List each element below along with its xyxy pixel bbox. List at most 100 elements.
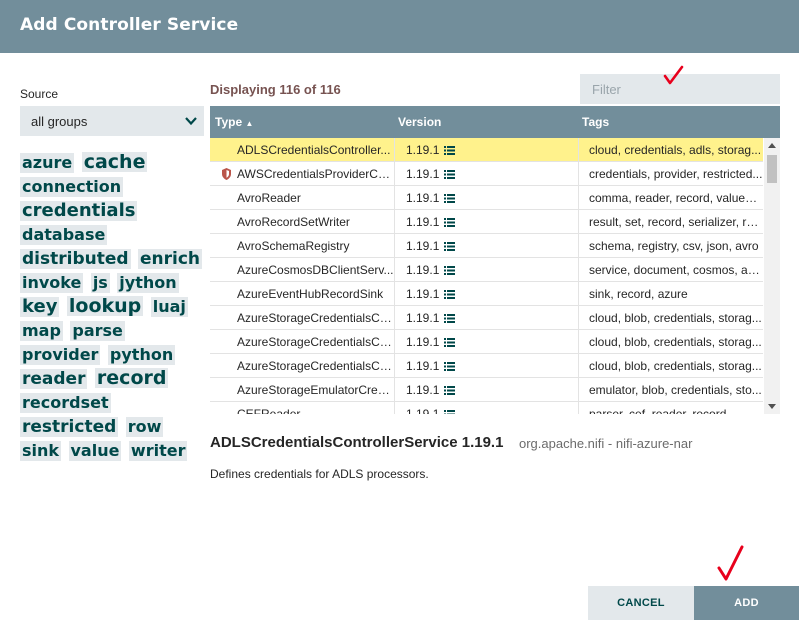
cell-tags: cloud, blob, credentials, storag...	[578, 306, 763, 330]
cell-type: ADLSCredentialsController...	[237, 143, 391, 157]
tag-key[interactable]: key	[20, 297, 60, 317]
list-icon[interactable]	[444, 338, 456, 348]
cell-tags: result, set, record, serializer, re...	[578, 210, 763, 234]
cell-version: 1.19.1	[394, 162, 578, 186]
cell-tags: credentials, provider, restricted...	[578, 162, 763, 186]
table-row[interactable]: AzureCosmosDBClientServ... 1.19.1 service,…	[210, 258, 763, 282]
table-row[interactable]: AzureStorageCredentialsCo... 1.19.1 cloud,…	[210, 330, 763, 354]
list-icon[interactable]	[444, 242, 456, 252]
table-row[interactable]: ADLSCredentialsController... 1.19.1 cloud,…	[210, 138, 763, 162]
cell-type: AzureStorageEmulatorCred...	[237, 383, 394, 397]
list-icon[interactable]	[444, 146, 456, 156]
cell-version: 1.19.1	[394, 210, 578, 234]
table-row[interactable]: AzureStorageEmulatorCred... 1.19.1 emulato…	[210, 378, 763, 402]
version-label: 1.19.1	[406, 359, 440, 373]
column-header-version[interactable]: Version	[398, 115, 441, 129]
table-header: Type ▲ Version Tags	[210, 106, 780, 138]
tag-value[interactable]: value	[68, 441, 122, 461]
tag-cache[interactable]: cache	[81, 152, 148, 172]
cell-tags: service, document, cosmos, az...	[578, 258, 763, 282]
table-row[interactable]: AvroSchemaRegistry 1.19.1 schema, registry…	[210, 234, 763, 258]
tag-writer[interactable]: writer	[128, 441, 188, 461]
table-body: ADLSCredentialsController... 1.19.1 cloud,…	[210, 138, 763, 414]
tag-database[interactable]: database	[20, 225, 108, 245]
source-selected-value: all groups	[31, 114, 88, 129]
chevron-down-icon	[185, 117, 197, 126]
list-icon[interactable]	[444, 314, 456, 324]
tag-distributed[interactable]: distributed	[20, 249, 131, 269]
table-row[interactable]: AzureEventHubRecordSink 1.19.1 sink, recor…	[210, 282, 763, 306]
tag-reader[interactable]: reader	[20, 369, 88, 389]
tag-js[interactable]: js	[90, 273, 110, 293]
version-label: 1.19.1	[406, 215, 440, 229]
cell-tags: sink, record, azure	[578, 282, 763, 306]
dialog-header: Add Controller Service	[0, 0, 799, 53]
version-label: 1.19.1	[406, 383, 440, 397]
cell-tags: emulator, blob, credentials, sto...	[578, 378, 763, 402]
checkmark-annotation-icon	[717, 545, 744, 581]
tag-luaj[interactable]: luaj	[150, 297, 188, 317]
source-group-select[interactable]: all groups	[20, 106, 204, 136]
list-icon[interactable]	[444, 170, 456, 180]
tag-recordset[interactable]: recordset	[20, 393, 111, 413]
cancel-button[interactable]: CANCEL	[588, 586, 694, 620]
tag-jython[interactable]: jython	[117, 273, 179, 293]
tag-parse[interactable]: parse	[70, 321, 125, 341]
displaying-count: Displaying 116 of 116	[210, 82, 341, 97]
cell-type: AzureStorageCredentialsCo...	[237, 359, 394, 373]
list-icon[interactable]	[444, 218, 456, 228]
tag-row[interactable]: row	[125, 417, 164, 437]
version-label: 1.19.1	[406, 143, 440, 157]
table-row[interactable]: AzureStorageCredentialsCo... 1.19.1 cloud,…	[210, 354, 763, 378]
list-icon[interactable]	[444, 362, 456, 372]
add-button[interactable]: ADD	[694, 586, 799, 620]
table-row[interactable]: AvroReader 1.19.1 comma, reader, record, v…	[210, 186, 763, 210]
tag-record[interactable]: record	[94, 368, 169, 388]
tag-enrich[interactable]: enrich	[138, 249, 203, 269]
cell-tags: cloud, blob, credentials, storag...	[578, 354, 763, 378]
list-icon[interactable]	[444, 386, 456, 396]
cell-tags: parser, cef, reader, record	[578, 402, 763, 414]
table-row[interactable]: AvroRecordSetWriter 1.19.1 result, set, re…	[210, 210, 763, 234]
version-label: 1.19.1	[406, 263, 440, 277]
list-icon[interactable]	[444, 194, 456, 204]
tag-credentials[interactable]: credentials	[20, 201, 138, 221]
cell-version: 1.19.1	[394, 402, 578, 414]
tag-python[interactable]: python	[107, 345, 176, 365]
cell-type: AvroSchemaRegistry	[237, 239, 350, 253]
selected-service-name: ADLSCredentialsControllerService 1.19.1	[210, 434, 504, 451]
cell-type: AvroReader	[237, 191, 301, 205]
tag-invoke[interactable]: invoke	[20, 273, 84, 293]
cell-tags: cloud, credentials, adls, storag...	[578, 138, 763, 162]
scroll-thumb[interactable]	[767, 155, 777, 183]
cell-type: AzureStorageCredentialsCo...	[237, 335, 394, 349]
cell-version: 1.19.1	[394, 330, 578, 354]
tag-map[interactable]: map	[20, 321, 63, 341]
tag-lookup[interactable]: lookup	[66, 296, 144, 316]
tag-provider[interactable]: provider	[20, 345, 101, 365]
list-icon[interactable]	[444, 290, 456, 300]
selected-service-description: Defines credentials for ADLS processors.	[210, 467, 429, 481]
table-row[interactable]: AzureStorageCredentialsCo... 1.19.1 cloud,…	[210, 306, 763, 330]
version-label: 1.19.1	[406, 407, 440, 414]
cell-type: AzureStorageCredentialsCo...	[237, 311, 394, 325]
cell-type: AWSCredentialsProviderCo...	[237, 167, 394, 181]
cell-type: AzureCosmosDBClientServ...	[237, 263, 394, 277]
scroll-up-arrow-icon[interactable]	[768, 143, 776, 148]
table-scrollbar[interactable]	[764, 138, 780, 414]
column-header-tags[interactable]: Tags	[582, 115, 609, 129]
table-row[interactable]: CEFReader 1.19.1 parser, cef, reader, reco…	[210, 402, 763, 414]
tag-azure[interactable]: azure	[20, 153, 75, 173]
cell-version: 1.19.1	[394, 186, 578, 210]
table-row[interactable]: AWSCredentialsProviderCo... 1.19.1 credent…	[210, 162, 763, 186]
list-icon[interactable]	[444, 266, 456, 276]
column-header-type[interactable]: Type ▲	[215, 115, 253, 129]
tag-connection[interactable]: connection	[20, 177, 124, 197]
scroll-down-arrow-icon[interactable]	[768, 404, 776, 409]
selected-service-bundle: org.apache.nifi - nifi-azure-nar	[519, 436, 693, 451]
version-label: 1.19.1	[406, 239, 440, 253]
tag-restricted[interactable]: restricted	[20, 417, 119, 437]
tag-sink[interactable]: sink	[20, 441, 62, 461]
cell-version: 1.19.1	[394, 306, 578, 330]
list-icon[interactable]	[444, 410, 456, 414]
